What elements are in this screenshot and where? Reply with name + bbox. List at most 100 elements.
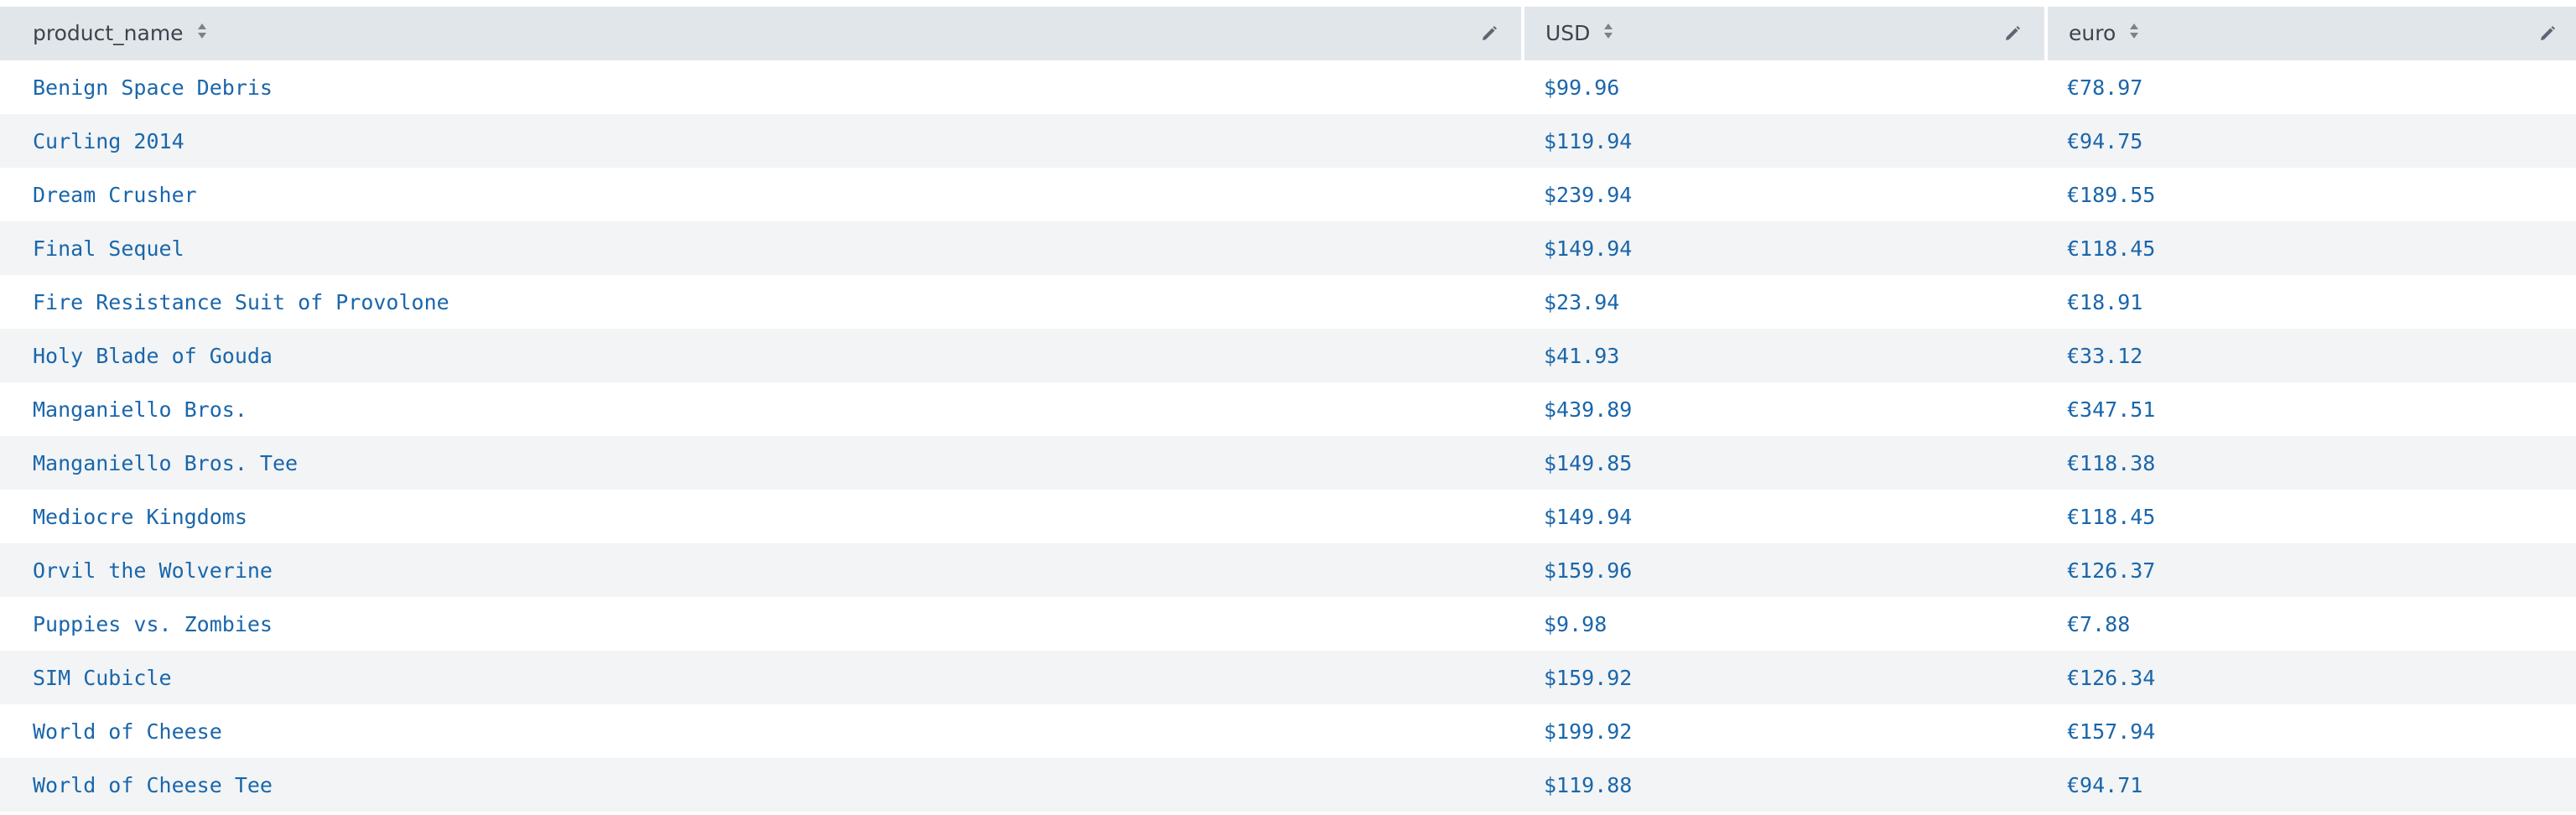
usd-value[interactable]: $159.96 — [1544, 558, 1632, 583]
cell-usd: $41.93 — [1523, 329, 2046, 382]
table-body: Benign Space Debris $99.96 €78.97 Curlin… — [0, 60, 2576, 812]
cell-euro: €94.71 — [2046, 758, 2576, 812]
euro-value[interactable]: €126.34 — [2067, 666, 2155, 690]
cell-euro: €157.94 — [2046, 704, 2576, 758]
results-table: product_name USD euro Benign Space Debri… — [0, 7, 2576, 812]
product-name-link[interactable]: World of Cheese — [33, 719, 222, 744]
product-name-link[interactable]: Manganiello Bros. — [33, 397, 247, 422]
product-name-link[interactable]: Holy Blade of Gouda — [33, 344, 273, 368]
product-name-link[interactable]: Benign Space Debris — [33, 75, 273, 100]
product-name-link[interactable]: Puppies vs. Zombies — [33, 612, 273, 636]
euro-value[interactable]: €118.38 — [2067, 451, 2155, 475]
cell-usd: $439.89 — [1523, 382, 2046, 436]
usd-value[interactable]: $9.98 — [1544, 612, 1607, 636]
cell-product-name: Benign Space Debris — [0, 60, 1523, 114]
usd-value[interactable]: $99.96 — [1544, 75, 1619, 100]
euro-value[interactable]: €347.51 — [2067, 397, 2155, 422]
euro-value[interactable]: €126.37 — [2067, 558, 2155, 583]
cell-product-name: Dream Crusher — [0, 168, 1523, 221]
cell-usd: $99.96 — [1523, 60, 2046, 114]
table-row: Puppies vs. Zombies $9.98 €7.88 — [0, 597, 2576, 651]
euro-value[interactable]: €118.45 — [2067, 236, 2155, 261]
cell-usd: $149.94 — [1523, 221, 2046, 275]
product-name-link[interactable]: Dream Crusher — [33, 183, 197, 207]
column-header-label[interactable]: product_name — [33, 21, 184, 45]
product-name-link[interactable]: Manganiello Bros. Tee — [33, 451, 298, 475]
usd-value[interactable]: $119.88 — [1544, 773, 1632, 797]
cell-usd: $149.94 — [1523, 490, 2046, 543]
usd-value[interactable]: $149.85 — [1544, 451, 1632, 475]
cell-usd: $23.94 — [1523, 275, 2046, 329]
cell-product-name: Holy Blade of Gouda — [0, 329, 1523, 382]
euro-value[interactable]: €118.45 — [2067, 505, 2155, 529]
sort-icon[interactable] — [1603, 20, 1613, 44]
usd-value[interactable]: $149.94 — [1544, 505, 1632, 529]
cell-euro: €189.55 — [2046, 168, 2576, 221]
product-name-link[interactable]: World of Cheese Tee — [33, 773, 273, 797]
euro-value[interactable]: €18.91 — [2067, 290, 2142, 314]
cell-euro: €126.37 — [2046, 543, 2576, 597]
pencil-icon[interactable] — [2537, 23, 2558, 44]
table-row: SIM Cubicle $159.92 €126.34 — [0, 651, 2576, 704]
usd-value[interactable]: $439.89 — [1544, 397, 1632, 422]
table-row: Fire Resistance Suit of Provolone $23.94… — [0, 275, 2576, 329]
euro-value[interactable]: €189.55 — [2067, 183, 2155, 207]
table-row: World of Cheese Tee $119.88 €94.71 — [0, 758, 2576, 812]
sort-icon[interactable] — [197, 20, 207, 44]
usd-value[interactable]: $23.94 — [1544, 290, 1619, 314]
euro-value[interactable]: €33.12 — [2067, 344, 2142, 368]
column-header-product-name[interactable]: product_name — [0, 7, 1524, 60]
cell-euro: €18.91 — [2046, 275, 2576, 329]
column-header-euro[interactable]: euro — [2046, 7, 2576, 60]
euro-value[interactable]: €7.88 — [2067, 612, 2130, 636]
cell-product-name: Fire Resistance Suit of Provolone — [0, 275, 1523, 329]
cell-product-name: SIM Cubicle — [0, 651, 1523, 704]
cell-usd: $119.94 — [1523, 114, 2046, 168]
table-row: Dream Crusher $239.94 €189.55 — [0, 168, 2576, 221]
table-row: Holy Blade of Gouda $41.93 €33.12 — [0, 329, 2576, 382]
product-name-link[interactable]: Mediocre Kingdoms — [33, 505, 247, 529]
cell-product-name: Mediocre Kingdoms — [0, 490, 1523, 543]
product-name-link[interactable]: Fire Resistance Suit of Provolone — [33, 290, 449, 314]
cell-euro: €126.34 — [2046, 651, 2576, 704]
cell-product-name: Manganiello Bros. — [0, 382, 1523, 436]
cell-product-name: World of Cheese Tee — [0, 758, 1523, 812]
usd-value[interactable]: $199.92 — [1544, 719, 1632, 744]
table-row: Curling 2014 $119.94 €94.75 — [0, 114, 2576, 168]
sort-icon[interactable] — [2129, 20, 2139, 44]
usd-value[interactable]: $119.94 — [1544, 129, 1632, 153]
table-row: Manganiello Bros. $439.89 €347.51 — [0, 382, 2576, 436]
usd-value[interactable]: $149.94 — [1544, 236, 1632, 261]
euro-value[interactable]: €157.94 — [2067, 719, 2155, 744]
product-name-link[interactable]: SIM Cubicle — [33, 666, 172, 690]
cell-euro: €118.45 — [2046, 221, 2576, 275]
pencil-icon[interactable] — [1479, 23, 1499, 44]
cell-usd: $159.96 — [1523, 543, 2046, 597]
usd-value[interactable]: $159.92 — [1544, 666, 1632, 690]
cell-product-name: Manganiello Bros. Tee — [0, 436, 1523, 490]
product-name-link[interactable]: Final Sequel — [33, 236, 184, 261]
cell-product-name: Final Sequel — [0, 221, 1523, 275]
cell-product-name: Curling 2014 — [0, 114, 1523, 168]
usd-value[interactable]: $41.93 — [1544, 344, 1619, 368]
table-row: Benign Space Debris $99.96 €78.97 — [0, 60, 2576, 114]
usd-value[interactable]: $239.94 — [1544, 183, 1632, 207]
table-row: Mediocre Kingdoms $149.94 €118.45 — [0, 490, 2576, 543]
pencil-icon[interactable] — [2002, 23, 2023, 44]
product-name-link[interactable]: Curling 2014 — [33, 129, 184, 153]
table-header: product_name USD euro — [0, 7, 2576, 60]
column-header-usd[interactable]: USD — [1523, 7, 2048, 60]
cell-euro: €94.75 — [2046, 114, 2576, 168]
column-header-label[interactable]: USD — [1545, 21, 1590, 45]
euro-value[interactable]: €94.71 — [2067, 773, 2142, 797]
cell-euro: €78.97 — [2046, 60, 2576, 114]
table-row: Final Sequel $149.94 €118.45 — [0, 221, 2576, 275]
cell-usd: $9.98 — [1523, 597, 2046, 651]
cell-product-name: World of Cheese — [0, 704, 1523, 758]
euro-value[interactable]: €94.75 — [2067, 129, 2142, 153]
cell-product-name: Puppies vs. Zombies — [0, 597, 1523, 651]
euro-value[interactable]: €78.97 — [2067, 75, 2142, 100]
cell-euro: €118.38 — [2046, 436, 2576, 490]
product-name-link[interactable]: Orvil the Wolverine — [33, 558, 273, 583]
column-header-label[interactable]: euro — [2069, 21, 2116, 45]
